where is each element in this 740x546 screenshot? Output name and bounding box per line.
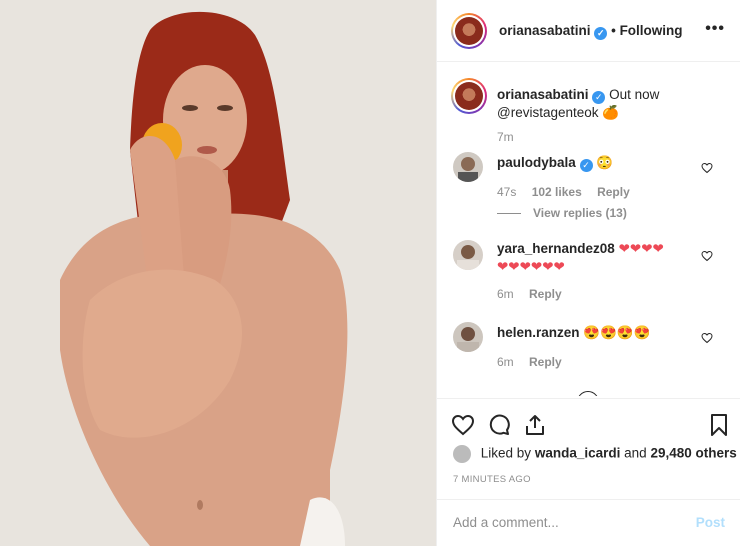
heart-icon[interactable] [701, 332, 713, 344]
reply-button[interactable]: Reply [529, 355, 562, 369]
comment-text: helen.ranzen 😍😍😍😍 [497, 324, 717, 342]
comment-input[interactable]: Add a comment... [453, 515, 559, 530]
comment-meta: 6m Reply [497, 287, 574, 301]
commenter-avatar[interactable] [453, 240, 483, 270]
comment-meta: 47s 102 likes Reply [497, 185, 642, 199]
comment-meta: 6m Reply [497, 355, 574, 369]
comment-username[interactable]: paulodybala [497, 155, 576, 170]
caption-text: orianasabatini ✓ Out now @revistagenteok… [497, 86, 717, 122]
comment-text: yara_hernandez08 ❤❤❤❤ ❤❤❤❤❤❤ [497, 240, 717, 276]
reply-button[interactable]: Reply [597, 185, 630, 199]
more-icon[interactable]: ••• [705, 20, 725, 38]
comment-username[interactable]: helen.ranzen [497, 325, 580, 340]
liked-by-count[interactable]: 29,480 others [650, 446, 736, 461]
comment-body-line2: ❤❤❤❤❤❤ [497, 259, 565, 274]
reply-button[interactable]: Reply [529, 287, 562, 301]
heart-icon[interactable] [701, 250, 713, 262]
load-more-icon[interactable] [577, 391, 599, 396]
view-replies[interactable]: View replies (13) [497, 206, 627, 220]
liked-by: Liked by wanda_icardi and 29,480 others [453, 445, 737, 463]
liked-by-prefix: Liked by [480, 445, 532, 461]
share-icon[interactable] [523, 413, 547, 437]
liker-avatar[interactable] [453, 445, 471, 463]
comment-body: ❤❤❤❤ [618, 241, 664, 256]
comment-icon[interactable] [487, 413, 511, 437]
following-button[interactable]: Following [620, 23, 683, 38]
author-username[interactable]: orianasabatini [499, 23, 591, 38]
commenter-avatar[interactable] [453, 152, 483, 182]
comment-body: 😳 [596, 155, 614, 170]
post-actions: Liked by wanda_icardi and 29,480 others … [437, 398, 740, 546]
post-panel: orianasabatini ✓ • Following ••• orianas… [436, 0, 740, 546]
caption-time: 7m [497, 130, 514, 144]
heart-icon[interactable] [701, 162, 713, 174]
post-photo-image [0, 0, 436, 546]
commenter-avatar[interactable] [453, 322, 483, 352]
comment-username[interactable]: yara_hernandez08 [497, 241, 615, 256]
caption-meta: 7m [497, 130, 526, 144]
comment-time: 6m [497, 355, 514, 369]
comment-time: 47s [497, 185, 517, 199]
verified-icon: ✓ [579, 159, 593, 172]
caption-avatar[interactable] [451, 78, 487, 114]
add-comment-bar: Add a comment... Post [437, 499, 740, 546]
liked-by-and: and [624, 445, 647, 461]
author-avatar[interactable] [451, 13, 487, 49]
post-timestamp: 7 MINUTES AGO [453, 474, 531, 485]
orange-emoji: 🍊 [602, 105, 620, 120]
liked-by-user[interactable]: wanda_icardi [535, 446, 621, 461]
comment-likes[interactable]: 102 likes [532, 185, 582, 199]
author-username-line: orianasabatini ✓ • Following [499, 23, 683, 40]
caption-mention[interactable]: @revistagenteok [497, 105, 599, 120]
bookmark-icon[interactable] [707, 413, 731, 437]
verified-icon: ✓ [592, 91, 606, 104]
separator-dot: • [611, 23, 616, 38]
post-photo[interactable] [0, 0, 436, 546]
heart-icon[interactable] [451, 413, 475, 437]
verified-icon: ✓ [594, 27, 608, 40]
comment-text: paulodybala ✓ 😳 [497, 154, 717, 172]
caption-body: Out now [609, 87, 660, 102]
comment-body: 😍😍😍😍 [583, 325, 651, 340]
view-replies-label[interactable]: View replies (13) [533, 206, 627, 220]
load-more-clip [437, 384, 740, 396]
comment-time: 6m [497, 287, 514, 301]
caption-username[interactable]: orianasabatini [497, 87, 589, 102]
post-button[interactable]: Post [696, 515, 725, 530]
post-header: orianasabatini ✓ • Following ••• [437, 0, 740, 62]
